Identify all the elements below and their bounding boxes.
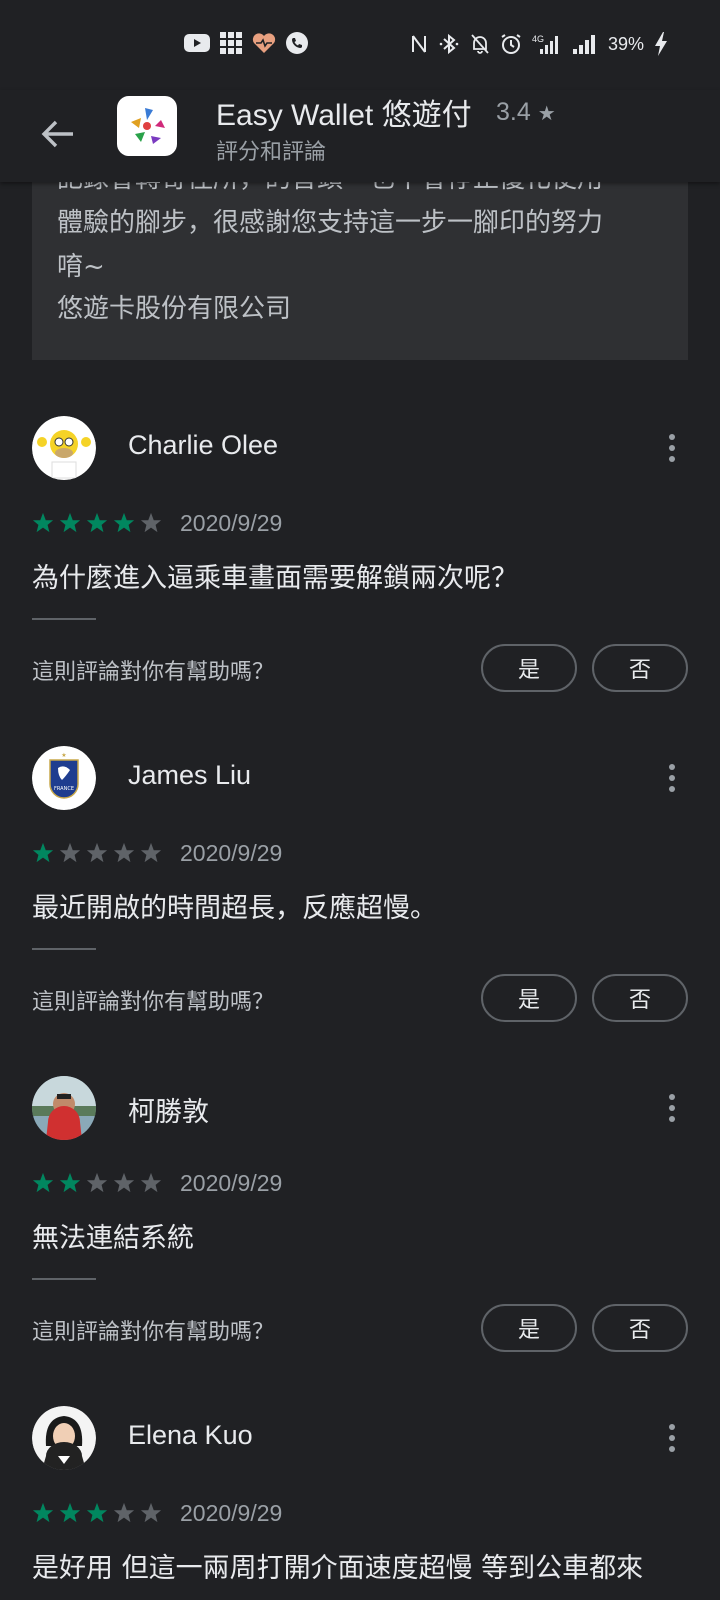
helpful-no-button[interactable]: 否	[592, 974, 688, 1022]
easy-wallet-logo-icon	[131, 108, 165, 144]
review-date: 2020/9/29	[180, 1170, 283, 1196]
reviewer-name: 柯勝敦	[128, 1097, 209, 1127]
star-icon	[59, 1502, 81, 1523]
review-date: 2020/9/29	[180, 840, 283, 866]
helpful-question: 這則評論對你有幫助嗎？	[32, 660, 275, 685]
svg-text:4G: 4G	[532, 34, 544, 44]
star-icon	[113, 1502, 135, 1523]
review-date: 2020/9/29	[180, 1500, 283, 1526]
helpful-question: 這則評論對你有幫助嗎？	[32, 990, 275, 1015]
heart-icon	[252, 32, 276, 54]
review-date: 2020/9/29	[180, 510, 283, 536]
more-options-button[interactable]	[652, 1418, 692, 1458]
review-text: 為什麼進入逼乘車畫面需要解鎖兩次呢？	[32, 563, 518, 594]
avatar: FRANCE ★	[32, 746, 96, 810]
star-icon	[59, 512, 81, 533]
signal-icon	[572, 33, 598, 55]
star-icon	[59, 1172, 81, 1193]
helpful-no-button[interactable]: 否	[592, 644, 688, 692]
star-icon	[86, 512, 108, 533]
status-bar: 4G 39%	[0, 0, 720, 90]
star-icon	[32, 1172, 54, 1193]
star-rating	[32, 1172, 162, 1194]
avatar	[32, 1076, 96, 1140]
review-card: FRANCE ★ James Liu 2020/9/29 最近開啟的時間超長，反應…	[0, 746, 720, 1076]
app-icon	[117, 96, 177, 156]
4g-signal-icon: 4G	[532, 33, 562, 55]
avatar	[32, 1406, 96, 1470]
star-icon	[113, 842, 135, 863]
app-title: Easy Wallet 悠遊付	[216, 99, 472, 132]
grid-icon	[220, 32, 242, 54]
star-icon	[86, 1502, 108, 1523]
nfc-icon	[410, 34, 428, 54]
youtube-icon	[184, 33, 210, 53]
star-icon	[113, 1172, 135, 1193]
battery-percent: 39%	[607, 33, 644, 54]
star-rating	[32, 1502, 162, 1524]
more-options-button[interactable]	[652, 428, 692, 468]
notification-icons	[184, 32, 308, 54]
alarm-icon	[500, 33, 522, 55]
star-icon	[140, 1172, 162, 1193]
helpful-yes-button[interactable]: 是	[481, 974, 577, 1022]
avatar	[32, 416, 96, 480]
star-icon	[140, 1502, 162, 1523]
star-icon	[86, 1172, 108, 1193]
star-rating	[32, 512, 162, 534]
developer-reply: 記錄會轉寄徑所，的音頭一也不會停止優化使用 體驗的腳步，很感謝您支持這一步一腳印…	[32, 160, 688, 360]
helpful-yes-button[interactable]: 是	[481, 1304, 577, 1352]
battery-charging-icon	[654, 32, 668, 56]
star-icon	[32, 512, 54, 533]
rating-star-icon: ★	[537, 103, 556, 125]
star-icon	[32, 1502, 54, 1523]
app-rating: 3.4 ★	[496, 98, 556, 127]
page-subtitle: 評分和評論	[216, 140, 327, 165]
bluetooth-icon	[438, 33, 460, 55]
back-button[interactable]	[32, 108, 84, 160]
divider	[32, 948, 96, 950]
back-arrow-icon	[41, 120, 73, 148]
review-card: 柯勝敦 2020/9/29 無法連結系統 這則評論對你有幫助嗎？ 是 否	[0, 1076, 720, 1406]
reviewer-name: Elena Kuo	[128, 1420, 253, 1450]
review-text: 是好用 但這一兩周打開介面速度超慢 等到公車都來	[32, 1553, 644, 1584]
helpful-yes-button[interactable]: 是	[481, 644, 577, 692]
helpful-question: 這則評論對你有幫助嗎？	[32, 1320, 275, 1345]
star-icon	[113, 512, 135, 533]
developer-reply-line: 唷~	[57, 252, 105, 282]
system-icons: 4G 39%	[410, 32, 668, 56]
divider	[32, 1278, 96, 1280]
star-icon	[140, 512, 162, 533]
star-icon	[59, 842, 81, 863]
developer-reply-line: 體驗的腳步，很感謝您支持這一步一腳印的努力	[57, 208, 604, 238]
more-options-button[interactable]	[652, 1088, 692, 1128]
app-bar: Easy Wallet 悠遊付 3.4 ★ 評分和評論	[0, 90, 720, 182]
star-icon	[140, 842, 162, 863]
divider	[32, 618, 96, 620]
svg-text:★: ★	[61, 752, 66, 759]
review-text: 無法連結系統	[32, 1223, 194, 1254]
reviewer-name: James Liu	[128, 760, 252, 790]
star-icon	[86, 842, 108, 863]
mute-icon	[470, 33, 490, 55]
app-rating-value: 3.4	[496, 98, 531, 126]
star-rating	[32, 842, 162, 864]
review-card: Charlie Olee 2020/9/29 為什麼進入逼乘車畫面需要解鎖兩次呢…	[0, 416, 720, 746]
helpful-no-button[interactable]: 否	[592, 1304, 688, 1352]
svg-text:FRANCE: FRANCE	[54, 786, 74, 792]
phone-icon	[286, 32, 308, 54]
review-text: 最近開啟的時間超長，反應超慢。	[32, 893, 437, 924]
developer-reply-signature: 悠遊卡股份有限公司	[57, 294, 292, 324]
reviewer-name: Charlie Olee	[128, 430, 279, 460]
more-options-button[interactable]	[652, 758, 692, 798]
star-icon	[32, 842, 54, 863]
review-card: Elena Kuo 2020/9/29 是好用 但這一兩周打開介面速度超慢 等到…	[0, 1406, 720, 1600]
